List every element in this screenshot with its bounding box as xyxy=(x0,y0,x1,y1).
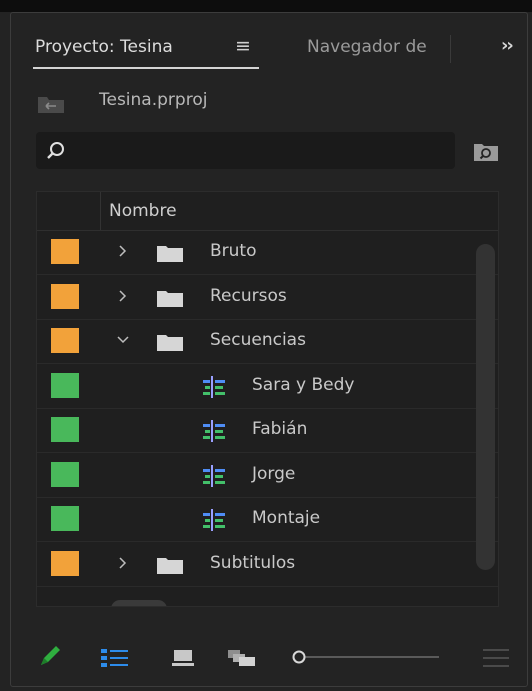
folder-row[interactable]: Bruto xyxy=(37,230,498,275)
horizontal-scrollbar[interactable] xyxy=(111,600,167,606)
item-label: Recursos xyxy=(210,285,287,306)
sequence-row[interactable]: Montaje xyxy=(37,497,498,542)
project-items-list: Nombre Bruto Recursos Secuencias Sara y Bed… xyxy=(36,191,499,607)
chevron-right-icon[interactable] xyxy=(115,555,131,571)
sequence-row[interactable]: Jorge xyxy=(37,453,498,498)
label-color-swatch[interactable] xyxy=(51,550,79,576)
folder-icon xyxy=(157,335,183,351)
label-color-swatch[interactable] xyxy=(51,461,79,487)
label-color-swatch[interactable] xyxy=(51,328,79,353)
tab-separator xyxy=(450,35,451,63)
search-icon xyxy=(47,142,64,159)
active-tab-underline xyxy=(33,67,259,69)
chevron-right-icon[interactable] xyxy=(115,288,131,304)
item-label: Jorge xyxy=(252,463,296,484)
folder-row[interactable]: Subtitulos xyxy=(37,542,498,587)
item-label: Secuencias xyxy=(210,330,306,350)
sequence-row[interactable]: Sara y Bedy xyxy=(37,364,498,409)
vertical-scrollbar[interactable] xyxy=(476,244,495,570)
item-label: Montaje xyxy=(252,508,321,528)
label-color-swatch[interactable] xyxy=(51,506,79,531)
hamburger-icon[interactable]: ≡ xyxy=(235,35,251,57)
chevron-right-icon[interactable] xyxy=(115,243,131,259)
sequence-icon xyxy=(203,509,225,531)
folder-icon xyxy=(157,246,183,262)
chevron-down-icon[interactable] xyxy=(115,332,131,348)
sequence-row[interactable]: Fabián xyxy=(37,408,498,453)
item-label: Fabián xyxy=(252,419,308,439)
item-label: Bruto xyxy=(210,241,257,261)
panel-tab-bar: Proyecto: Tesina ≡ Navegador de ›› xyxy=(11,13,527,69)
label-column-divider xyxy=(100,192,101,230)
window-top-strip xyxy=(0,0,532,12)
list-header: Nombre xyxy=(37,192,498,231)
double-chevron-right-icon[interactable]: ›› xyxy=(501,35,514,56)
folder-icon xyxy=(157,290,183,307)
project-file-name: Tesina.prproj xyxy=(99,90,208,110)
label-color-swatch[interactable] xyxy=(51,372,79,398)
project-panel: Proyecto: Tesina ≡ Navegador de ›› Tesin… xyxy=(10,12,528,687)
sequence-icon xyxy=(203,375,225,398)
zoom-slider[interactable] xyxy=(291,649,441,665)
folder-icon xyxy=(157,557,183,574)
search-box[interactable] xyxy=(36,132,455,169)
item-label: Sara y Bedy xyxy=(252,374,355,395)
sequence-icon xyxy=(203,420,225,442)
list-view-icon[interactable] xyxy=(101,648,129,668)
tab-media-browser[interactable]: Navegador de xyxy=(307,37,447,57)
sort-menu-icon[interactable] xyxy=(481,647,511,669)
search-input[interactable] xyxy=(76,138,440,164)
tab-project[interactable]: Proyecto: Tesina xyxy=(35,37,173,57)
column-header-name[interactable]: Nombre xyxy=(109,201,177,221)
folder-row[interactable]: Secuencias xyxy=(37,319,498,364)
label-color-swatch[interactable] xyxy=(51,417,79,442)
label-color-swatch[interactable] xyxy=(51,239,79,264)
sequence-icon xyxy=(203,464,225,487)
project-file-icon xyxy=(38,97,64,113)
label-color-swatch[interactable] xyxy=(51,283,79,309)
pencil-icon[interactable] xyxy=(37,643,63,669)
new-search-bin-icon[interactable] xyxy=(473,140,499,162)
item-label: Subtitulos xyxy=(210,552,296,573)
folder-row[interactable]: Recursos xyxy=(37,275,498,320)
icon-view-icon[interactable] xyxy=(171,649,195,667)
freeform-view-icon[interactable] xyxy=(227,649,257,667)
